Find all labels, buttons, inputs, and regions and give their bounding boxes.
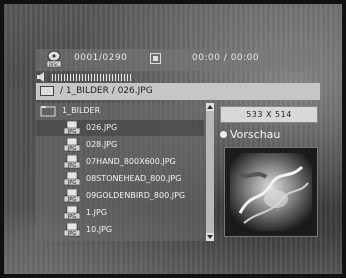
screen-border <box>0 0 346 278</box>
